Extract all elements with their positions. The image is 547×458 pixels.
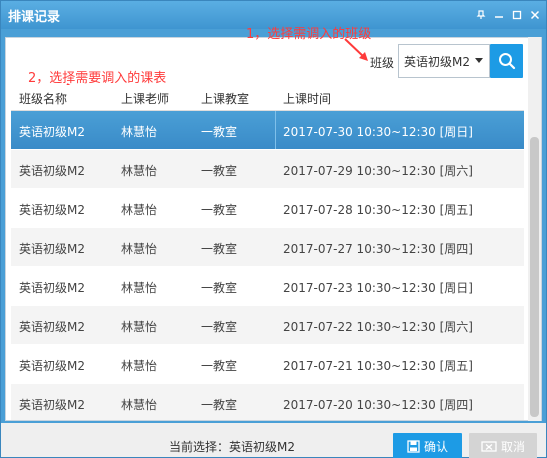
cancel-button-label: 取消: [500, 439, 525, 454]
class-select-value: 英语初级M2: [404, 54, 470, 69]
cell-time: 2017-07-28 10:30~12:30 [周五]: [283, 203, 473, 217]
cell-teacher: 林慧怡: [121, 281, 158, 295]
cell-classroom: 一教室: [201, 359, 238, 373]
cancel-icon: [481, 440, 497, 452]
cell-classroom: 一教室: [201, 164, 238, 178]
close-icon[interactable]: [528, 8, 542, 22]
cell-teacher: 林慧怡: [121, 164, 158, 178]
cell-time: 2017-07-30 10:30~12:30 [周日]: [283, 125, 473, 139]
column-header-classroom[interactable]: 上课教室: [201, 90, 249, 107]
table-row[interactable]: 英语初级M2 林慧怡 一教室 2017-07-27 10:30~12:30 [周…: [11, 228, 524, 266]
table-row[interactable]: 英语初级M2 林慧怡 一教室 2017-07-20 10:30~12:30 [周…: [11, 384, 524, 420]
cell-classroom: 一教室: [201, 242, 238, 256]
cell-class-name: 英语初级M2: [19, 125, 85, 139]
cell-time: 2017-07-20 10:30~12:30 [周四]: [283, 398, 473, 412]
table-row[interactable]: 英语初级M2 林慧怡 一教室 2017-07-28 10:30~12:30 [周…: [11, 189, 524, 227]
scrollbar-thumb[interactable]: [530, 137, 539, 417]
cell-time: 2017-07-21 10:30~12:30 [周五]: [283, 359, 473, 373]
cell-classroom: 一教室: [201, 125, 238, 139]
cell-class-name: 英语初级M2: [19, 359, 85, 373]
dialog-window: 排课记录 班级 英语初级M2 1，选择需调入的班级 2，选择需要调入的课表 班级…: [0, 0, 547, 458]
cell-class-name: 英语初级M2: [19, 242, 85, 256]
confirm-button[interactable]: 确认: [393, 433, 462, 458]
vertical-scrollbar[interactable]: [528, 37, 541, 421]
cell-classroom: 一教室: [201, 320, 238, 334]
cell-teacher: 林慧怡: [121, 125, 158, 139]
search-button[interactable]: [490, 44, 523, 78]
search-icon: [498, 53, 515, 70]
cell-teacher: 林慧怡: [121, 242, 158, 256]
table-row[interactable]: 英语初级M2 林慧怡 一教室 2017-07-23 10:30~12:30 [周…: [11, 267, 524, 305]
column-header-class-name[interactable]: 班级名称: [19, 90, 67, 107]
cell-time: 2017-07-22 10:30~12:30 [周六]: [283, 320, 473, 334]
table-row[interactable]: 英语初级M2 林慧怡 一教室 2017-07-22 10:30~12:30 [周…: [11, 306, 524, 344]
annotation-step-2: 2，选择需要调入的课表: [28, 71, 167, 86]
column-divider: [275, 111, 276, 149]
cell-teacher: 林慧怡: [121, 320, 158, 334]
cell-class-name: 英语初级M2: [19, 320, 85, 334]
cell-classroom: 一教室: [201, 203, 238, 217]
save-icon: [407, 439, 420, 453]
current-selection-text: 当前选择：英语初级M2: [169, 440, 295, 454]
table-body: 英语初级M2 林慧怡 一教室 2017-07-30 10:30~12:30 [周…: [11, 111, 524, 420]
cell-class-name: 英语初级M2: [19, 398, 85, 412]
cancel-button[interactable]: 取消: [469, 433, 537, 458]
class-select[interactable]: 英语初级M2: [398, 44, 490, 78]
cell-class-name: 英语初级M2: [19, 281, 85, 295]
table-header: 班级名称 上课老师 上课教室 上课时间: [11, 85, 524, 111]
cell-classroom: 一教室: [201, 398, 238, 412]
annotation-arrow-1: [344, 38, 368, 61]
cell-time: 2017-07-29 10:30~12:30 [周六]: [283, 164, 473, 178]
maximize-icon[interactable]: [510, 8, 524, 22]
cell-teacher: 林慧怡: [121, 398, 158, 412]
table-row[interactable]: 英语初级M2 林慧怡 一教室 2017-07-21 10:30~12:30 [周…: [11, 345, 524, 383]
column-header-time[interactable]: 上课时间: [283, 90, 331, 107]
cell-time: 2017-07-27 10:30~12:30 [周四]: [283, 242, 473, 256]
cell-class-name: 英语初级M2: [19, 164, 85, 178]
minimize-icon[interactable]: [492, 8, 506, 22]
column-header-teacher[interactable]: 上课老师: [121, 90, 169, 107]
table-row[interactable]: 英语初级M2 林慧怡 一教室 2017-07-29 10:30~12:30 [周…: [11, 150, 524, 188]
cell-classroom: 一教室: [201, 281, 238, 295]
cell-class-name: 英语初级M2: [19, 203, 85, 217]
cell-teacher: 林慧怡: [121, 203, 158, 217]
chevron-down-icon: [475, 58, 483, 63]
pin-icon[interactable]: [474, 8, 488, 22]
cell-teacher: 林慧怡: [121, 359, 158, 373]
window-title: 排课记录: [8, 9, 61, 25]
class-filter-label: 班级: [370, 56, 395, 70]
confirm-button-label: 确认: [423, 439, 448, 454]
table-row[interactable]: 英语初级M2 林慧怡 一教室 2017-07-30 10:30~12:30 [周…: [11, 111, 524, 149]
dialog-footer: 当前选择：英语初级M2 确认 取消: [1, 423, 546, 458]
cell-time: 2017-07-23 10:30~12:30 [周日]: [283, 281, 473, 295]
